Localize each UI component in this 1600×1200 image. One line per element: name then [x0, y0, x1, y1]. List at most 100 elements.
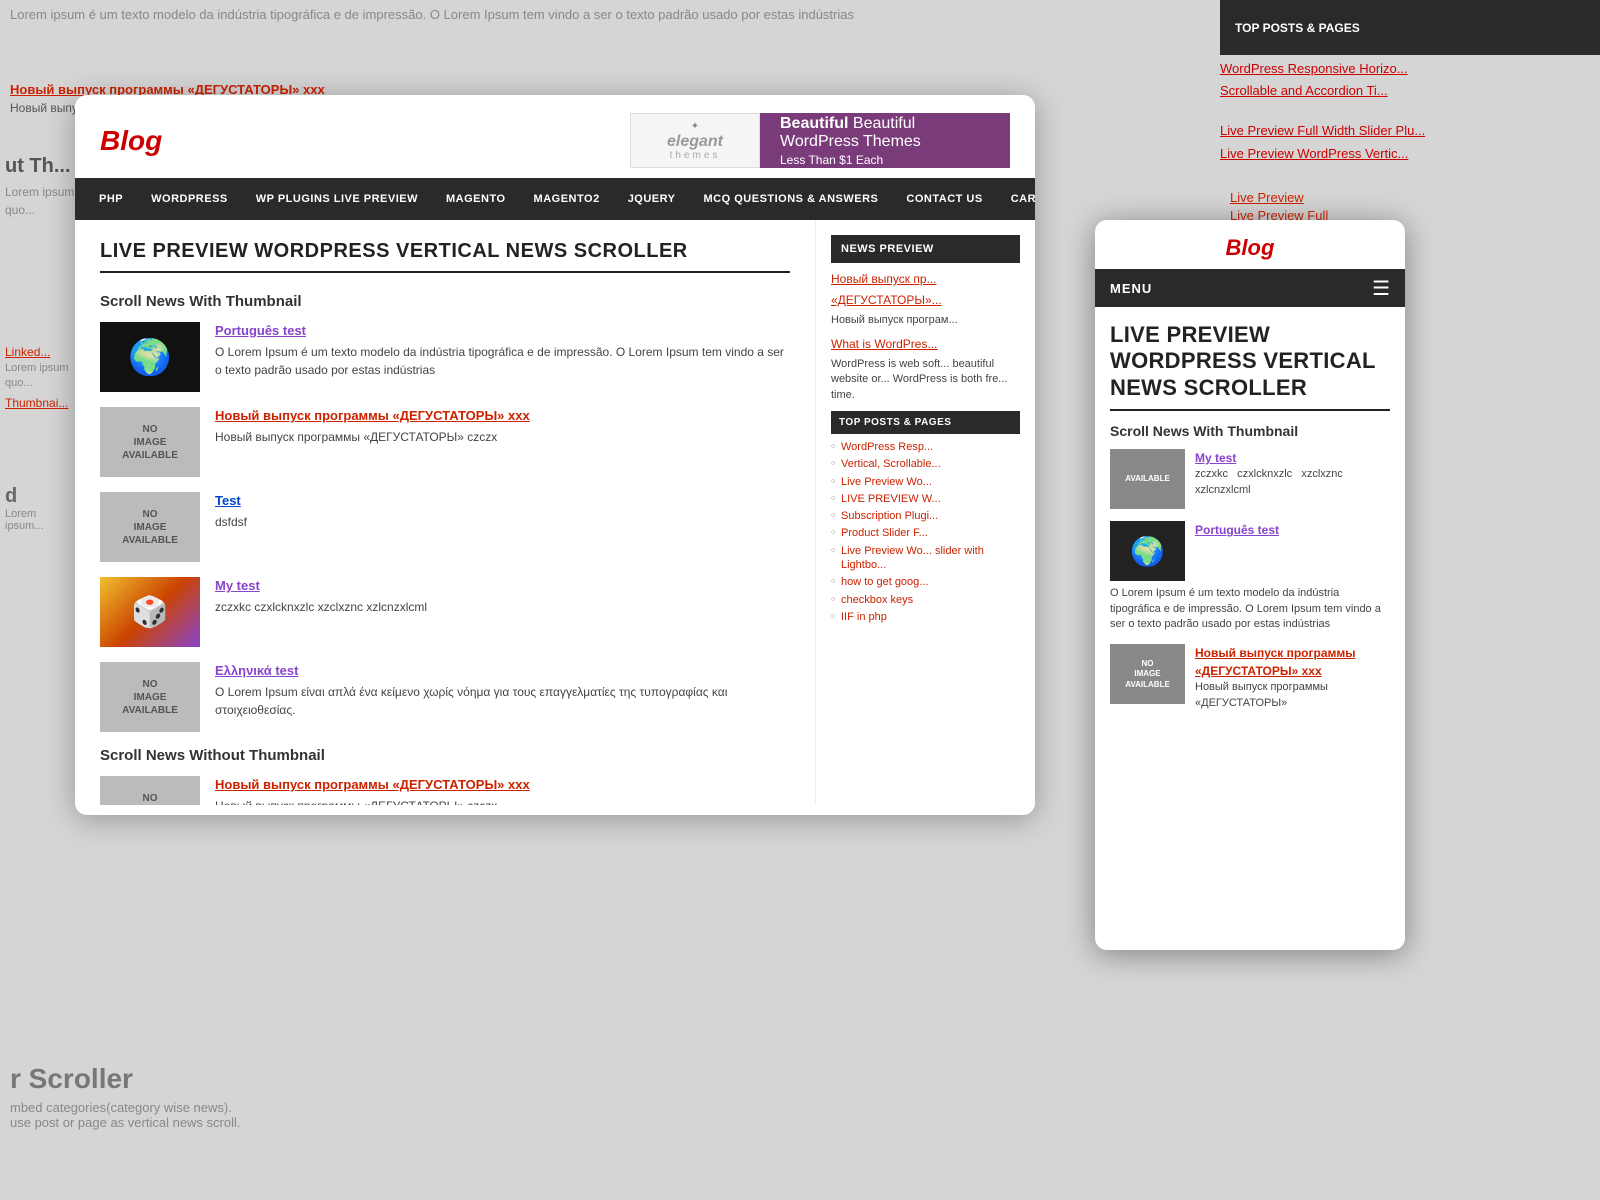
- banner-purple-main: Beautiful Beautiful WordPress Themes: [780, 115, 990, 151]
- news-thumb-2: NOIMAGEAVAILABLE: [100, 407, 200, 477]
- news-content-2: Новый выпуск программы «ДЕГУСТАТОРЫ» xxx…: [215, 407, 790, 446]
- mobile-news-link-1[interactable]: My test: [1195, 451, 1236, 465]
- sidebar-wordpress-text: WordPress is web soft... beautiful websi…: [831, 357, 1020, 403]
- mobile-content: LIVE PREVIEW WORDPRESS VERTICAL NEWS SCR…: [1095, 307, 1405, 947]
- bg-left-red-links: Linked... Lorem ipsum quo... Thumbnai...: [0, 340, 75, 415]
- section1-title: Scroll News With Thumbnail: [100, 293, 790, 310]
- news-link-2[interactable]: Новый выпуск программы «ДЕГУСТАТОРЫ» xxx: [215, 408, 530, 423]
- news-text-1: O Lorem Ipsum é um texto modelo da indús…: [215, 343, 790, 379]
- sidebar-post-link-0[interactable]: WordPress Resp...: [831, 440, 1020, 454]
- mobile-divider: [1110, 409, 1390, 411]
- mobile-news-content-2: Português test: [1195, 521, 1279, 581]
- page-title: LIVE PREVIEW WORDPRESS VERTICAL NEWS SCR…: [100, 240, 790, 263]
- news-item-4: 🎲 My test zczxkc czxlcknxzlc xzclxznc xz…: [100, 577, 790, 647]
- main-content-area: LIVE PREVIEW WORDPRESS VERTICAL NEWS SCR…: [75, 220, 1035, 805]
- bg-left-partial: ut Th... Lorem ipsum quo...: [0, 150, 80, 224]
- mobile-section1-title: Scroll News With Thumbnail: [1110, 423, 1390, 439]
- news-thumb-6: NOIMAGEAVAILABLE: [100, 776, 200, 805]
- nav-item-magento[interactable]: MAGENTO: [432, 178, 520, 220]
- news-link-4[interactable]: My test: [215, 578, 260, 593]
- elegant-logo: ✦ elegant themes: [630, 113, 760, 168]
- sidebar-post-link-2[interactable]: Live Preview Wo...: [831, 475, 1020, 489]
- banner-purple: Beautiful Beautiful WordPress Themes Les…: [760, 113, 1010, 168]
- bg-ll-1[interactable]: Linked...: [5, 345, 70, 359]
- mobile-news-link-2[interactable]: Português test: [1195, 523, 1279, 537]
- elegant-text: elegant: [667, 134, 723, 150]
- sidebar-news-text: Новый выпуск програм...: [831, 313, 1020, 328]
- nav-item-contact[interactable]: CONTACT US: [892, 178, 996, 220]
- nav-item-jquery[interactable]: JQUERY: [614, 178, 690, 220]
- banner-area: ✦ elegant themes Beautiful Beautiful Wor…: [630, 113, 1010, 168]
- sidebar-news-link-1[interactable]: Новый выпуск пр...: [831, 271, 1020, 288]
- news-content-5: Ελληνικά test O Lorem Ipsum είναι απλά έ…: [215, 662, 790, 719]
- sidebar-post-link-5[interactable]: Product Slider F...: [831, 526, 1020, 540]
- bg-left-text: Lorem ipsum quo...: [5, 183, 75, 219]
- mobile-news-link-3[interactable]: Новый выпуск программы «ДЕГУСТАТОРЫ» xxx: [1195, 646, 1356, 678]
- earth-icon: 🌍: [128, 337, 172, 378]
- sidebar-post-link-1[interactable]: Vertical, Scrollable...: [831, 457, 1020, 471]
- blog-title: Blog: [100, 125, 162, 157]
- section2-title: Scroll News Without Thumbnail: [100, 747, 790, 764]
- nav-item-wordpress[interactable]: WORDPRESS: [137, 178, 242, 220]
- bg-right-link-1[interactable]: WordPress Responsive Horizo...: [1220, 60, 1590, 78]
- mobile-thumb-noimg-1: AVAILABLE: [1110, 449, 1185, 509]
- bg-bottom-text2: use post or page as vertical news scroll…: [10, 1115, 590, 1130]
- sidebar-post-link-7[interactable]: how to get goog...: [831, 575, 1020, 589]
- elegant-logo-content: ✦ elegant themes: [667, 121, 723, 161]
- mobile-news-text-1: zczxkc czxlcknxzlc xzclxzncxzlcnzxlcml: [1195, 467, 1343, 498]
- bg-right-link-3[interactable]: Live Preview Full Width Slider Plu...: [1220, 122, 1590, 140]
- nav-item-cart[interactable]: CART: [997, 178, 1035, 220]
- mobile-news-text-3: Новый выпуск программы «ДЕГУСТАТОРЫ»: [1195, 680, 1390, 711]
- bg-bottom-heading: r Scroller: [10, 1063, 590, 1095]
- bg-rs-link-live-preview[interactable]: Live Preview: [1230, 190, 1590, 205]
- news-link-5[interactable]: Ελληνικά test: [215, 663, 298, 678]
- nav-item-php[interactable]: PHP: [85, 178, 137, 220]
- sidebar-news-link-2[interactable]: «ДЕГУСТАТОРЫ»...: [831, 292, 1020, 309]
- bg-left-mid-heading: d: [5, 485, 70, 508]
- news-link-6[interactable]: Новый выпуск программы «ДЕГУСТАТОРЫ» xxx: [215, 777, 530, 792]
- bg-right-links: WordPress Responsive Horizo... Scrollabl…: [1220, 60, 1590, 167]
- news-text-3: dsfdsf: [215, 513, 790, 531]
- mobile-menu-label: MENU: [1110, 281, 1152, 296]
- news-preview-label: NEWS PREVIEW: [831, 235, 1020, 263]
- news-link-1[interactable]: Português test: [215, 323, 306, 338]
- sidebar-post-link-6[interactable]: Live Preview Wo... slider with Lightbo..…: [831, 544, 1020, 573]
- news-thumb-4: 🎲: [100, 577, 200, 647]
- window-header: Blog ✦ elegant themes Beautiful Beautifu…: [75, 95, 1035, 178]
- sidebar-post-link-8[interactable]: checkbox keys: [831, 593, 1020, 607]
- news-content-3: Test dsfdsf: [215, 492, 790, 531]
- news-text-2: Новый выпуск программы «ДЕГУСТАТОРЫ» czc…: [215, 428, 790, 446]
- news-item-1: 🌍 Português test O Lorem Ipsum é um text…: [100, 322, 790, 392]
- nav-item-magento2[interactable]: MAGENTO2: [520, 178, 614, 220]
- news-item-2: NOIMAGEAVAILABLE Новый выпуск программы …: [100, 407, 790, 477]
- bg-bottom-text1: mbed categories(category wise news).: [10, 1100, 590, 1115]
- mobile-news-top-1: AVAILABLE My test zczxkc czxlcknxzlc xzc…: [1110, 449, 1390, 509]
- bg-left-heading: ut Th...: [5, 155, 75, 178]
- mobile-page-title: LIVE PREVIEW WORDPRESS VERTICAL NEWS SCR…: [1110, 322, 1390, 401]
- news-thumb-5: NOIMAGEAVAILABLE: [100, 662, 200, 732]
- mobile-blog-title: Blog: [1110, 235, 1390, 261]
- news-thumb-1: 🌍: [100, 322, 200, 392]
- mobile-news-item-1: AVAILABLE My test zczxkc czxlcknxzlc xzc…: [1110, 449, 1390, 509]
- elegant-star: ✦: [667, 121, 723, 132]
- nav-bar: PHP WORDPRESS WP PLUGINS LIVE PREVIEW MA…: [75, 178, 1035, 220]
- news-content-4: My test zczxkc czxlcknxzlc xzclxznc xzlc…: [215, 577, 790, 616]
- nav-item-wpplugins[interactable]: WP PLUGINS LIVE PREVIEW: [242, 178, 432, 220]
- sidebar-post-link-4[interactable]: Subscription Plugi...: [831, 509, 1020, 523]
- sidebar-post-link-9[interactable]: IIF in php: [831, 610, 1020, 624]
- hamburger-icon[interactable]: ☰: [1372, 276, 1390, 301]
- bg-ll-2[interactable]: Thumbnai...: [5, 396, 70, 410]
- news-item-3: NOIMAGEAVAILABLE Test dsfdsf: [100, 492, 790, 562]
- bg-right-link-4[interactable]: Live Preview WordPress Vertic...: [1220, 145, 1590, 163]
- main-browser-window: Blog ✦ elegant themes Beautiful Beautifu…: [75, 95, 1035, 815]
- sidebar-what-wordpress[interactable]: What is WordPres...: [831, 336, 1020, 353]
- bg-right-link-2[interactable]: Scrollable and Accordion Ti...: [1220, 82, 1590, 100]
- dice-icon: 🎲: [131, 595, 168, 630]
- bg-bottom-area: r Scroller mbed categories(category wise…: [0, 1053, 600, 1140]
- sidebar-post-link-3[interactable]: LIVE PREVIEW W...: [831, 492, 1020, 506]
- mobile-news-top-2: 🌍 Português test: [1110, 521, 1390, 581]
- nav-item-mcq[interactable]: MCQ QUESTIONS & ANSWERS: [690, 178, 893, 220]
- news-link-3[interactable]: Test: [215, 493, 241, 508]
- mobile-earth-icon: 🌍: [1130, 535, 1165, 568]
- news-item-6: NOIMAGEAVAILABLE Новый выпуск программы …: [100, 776, 790, 805]
